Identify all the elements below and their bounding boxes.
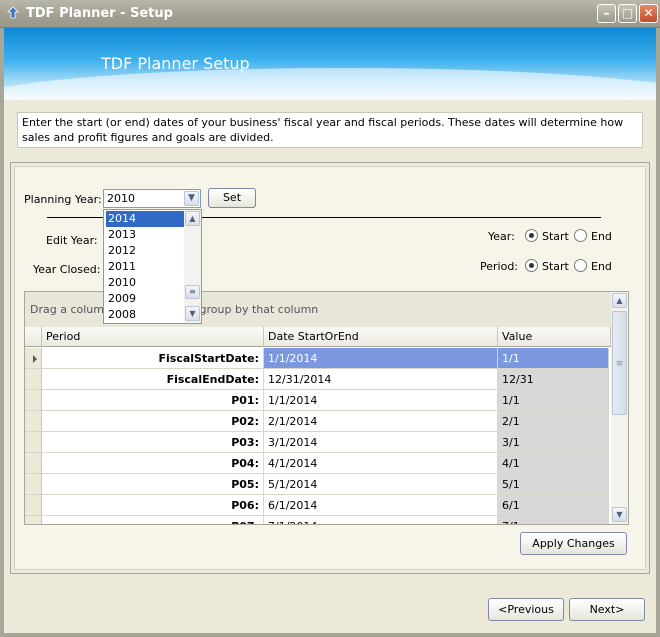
row-indicator — [25, 348, 42, 369]
value-cell: 3/1 — [498, 432, 609, 453]
period-cell: P05: — [42, 474, 264, 495]
date-cell[interactable]: 2/1/2014 — [264, 411, 498, 432]
minimize-icon: – — [603, 6, 610, 20]
title-bar: TDF Planner - Setup – □ ✕ — [0, 0, 660, 28]
table-row[interactable]: FiscalStartDate: 1/1/2014 1/1 — [25, 348, 611, 369]
table-row[interactable]: P01: 1/1/2014 1/1 — [25, 390, 611, 411]
period-start-label: Start — [542, 260, 569, 273]
planning-year-value: 2010 — [107, 192, 135, 205]
value-cell: 1/1 — [498, 390, 609, 411]
value-cell: 7/1 — [498, 516, 609, 524]
period-cell: P07: — [42, 516, 264, 524]
table-row[interactable]: FiscalEndDate: 12/31/2014 12/31 — [25, 369, 611, 390]
value-cell: 12/31 — [498, 369, 609, 390]
date-cell[interactable]: 1/1/2014 — [264, 390, 498, 411]
table-row[interactable]: P03: 3/1/2014 3/1 — [25, 432, 611, 453]
close-icon: ✕ — [643, 6, 654, 20]
year-option[interactable]: 2011 — [106, 259, 186, 275]
period-cell: P02: — [42, 411, 264, 432]
chevron-up-icon[interactable]: ▲ — [612, 293, 627, 308]
table-row[interactable]: P06: 6/1/2014 6/1 — [25, 495, 611, 516]
row-indicator — [25, 516, 42, 524]
row-indicator — [25, 411, 42, 432]
period-start-radio[interactable] — [525, 259, 538, 272]
year-label: Year: — [488, 230, 515, 243]
year-end-label: End — [591, 230, 612, 243]
row-indicator-header — [25, 327, 42, 347]
row-indicator — [25, 474, 42, 495]
header-banner: TDF Planner Setup — [4, 28, 656, 100]
table-row[interactable]: P04: 4/1/2014 4/1 — [25, 453, 611, 474]
chevron-down-icon[interactable]: ▼ — [185, 306, 200, 321]
periods-grid: Drag a column header here to group by th… — [24, 291, 629, 525]
grid-scrollbar[interactable]: ▲ ≡ ▼ — [611, 292, 628, 524]
current-row-icon — [33, 355, 37, 363]
close-button[interactable]: ✕ — [639, 4, 658, 23]
table-row[interactable]: P07: 7/1/2014 7/1 — [25, 516, 611, 524]
year-start-label: Start — [542, 230, 569, 243]
date-cell[interactable]: 6/1/2014 — [264, 495, 498, 516]
year-start-radio[interactable] — [525, 229, 538, 242]
period-cell: P04: — [42, 453, 264, 474]
period-label: Period: — [480, 260, 519, 273]
period-cell: P03: — [42, 432, 264, 453]
date-cell[interactable]: 4/1/2014 — [264, 453, 498, 474]
date-cell[interactable]: 1/1/2014 — [264, 348, 498, 369]
period-cell: FiscalStartDate: — [42, 348, 264, 369]
date-cell[interactable]: 12/31/2014 — [264, 369, 498, 390]
window-title: TDF Planner - Setup — [26, 6, 173, 21]
row-indicator — [25, 453, 42, 474]
row-indicator — [25, 390, 42, 411]
apply-changes-button[interactable]: Apply Changes — [520, 532, 627, 555]
year-end-radio[interactable] — [574, 229, 587, 242]
planning-year-dropdown[interactable]: 2014 2013 2012 2011 2010 2009 2008 ▲ ≡ ▼ — [103, 209, 202, 324]
year-option[interactable]: 2014 — [106, 211, 186, 227]
maximize-button[interactable]: □ — [618, 4, 637, 23]
year-option[interactable]: 2013 — [106, 227, 186, 243]
planning-year-label: Planning Year: — [24, 193, 102, 206]
period-end-radio[interactable] — [574, 259, 587, 272]
year-option[interactable]: 2009 — [106, 291, 186, 307]
row-indicator — [25, 495, 42, 516]
column-header-date[interactable]: Date StartOrEnd — [264, 327, 498, 347]
previous-button[interactable]: <Previous — [488, 598, 564, 621]
edit-year-label: Edit Year: — [46, 234, 98, 247]
scroll-thumb[interactable]: ≡ — [185, 285, 200, 299]
value-cell: 5/1 — [498, 474, 609, 495]
column-header-value[interactable]: Value — [498, 327, 611, 347]
row-indicator — [25, 369, 42, 390]
chevron-up-icon[interactable]: ▲ — [185, 211, 200, 226]
period-cell: P06: — [42, 495, 264, 516]
app-icon — [7, 6, 19, 19]
value-cell: 6/1 — [498, 495, 609, 516]
minimize-button[interactable]: – — [597, 4, 616, 23]
date-cell[interactable]: 5/1/2014 — [264, 474, 498, 495]
table-row[interactable]: P02: 2/1/2014 2/1 — [25, 411, 611, 432]
instructions-text: Enter the start (or end) dates of your b… — [17, 112, 643, 148]
next-button[interactable]: Next> — [569, 598, 645, 621]
banner-heading: TDF Planner Setup — [101, 54, 250, 73]
dropdown-scrollbar[interactable]: ▲ ≡ ▼ — [184, 210, 201, 323]
year-option[interactable]: 2012 — [106, 243, 186, 259]
column-header-period[interactable]: Period — [42, 327, 264, 347]
table-row[interactable]: P05: 5/1/2014 5/1 — [25, 474, 611, 495]
year-closed-label: Year Closed: — [33, 263, 101, 276]
date-cell[interactable]: 3/1/2014 — [264, 432, 498, 453]
value-cell: 2/1 — [498, 411, 609, 432]
planning-year-combo[interactable]: 2010 ▼ — [103, 189, 201, 208]
chevron-down-icon[interactable]: ▼ — [184, 191, 199, 206]
date-cell[interactable]: 7/1/2014 — [264, 516, 498, 524]
chevron-down-icon[interactable]: ▼ — [612, 507, 627, 522]
year-option[interactable]: 2010 — [106, 275, 186, 291]
set-button[interactable]: Set — [208, 188, 256, 208]
maximize-icon: □ — [621, 6, 634, 20]
period-cell: P01: — [42, 390, 264, 411]
period-cell: FiscalEndDate: — [42, 369, 264, 390]
value-cell: 4/1 — [498, 453, 609, 474]
row-indicator — [25, 432, 42, 453]
period-end-label: End — [591, 260, 612, 273]
year-option[interactable]: 2008 — [106, 307, 186, 323]
value-cell: 1/1 — [498, 348, 609, 369]
scroll-thumb[interactable]: ≡ — [612, 311, 627, 415]
